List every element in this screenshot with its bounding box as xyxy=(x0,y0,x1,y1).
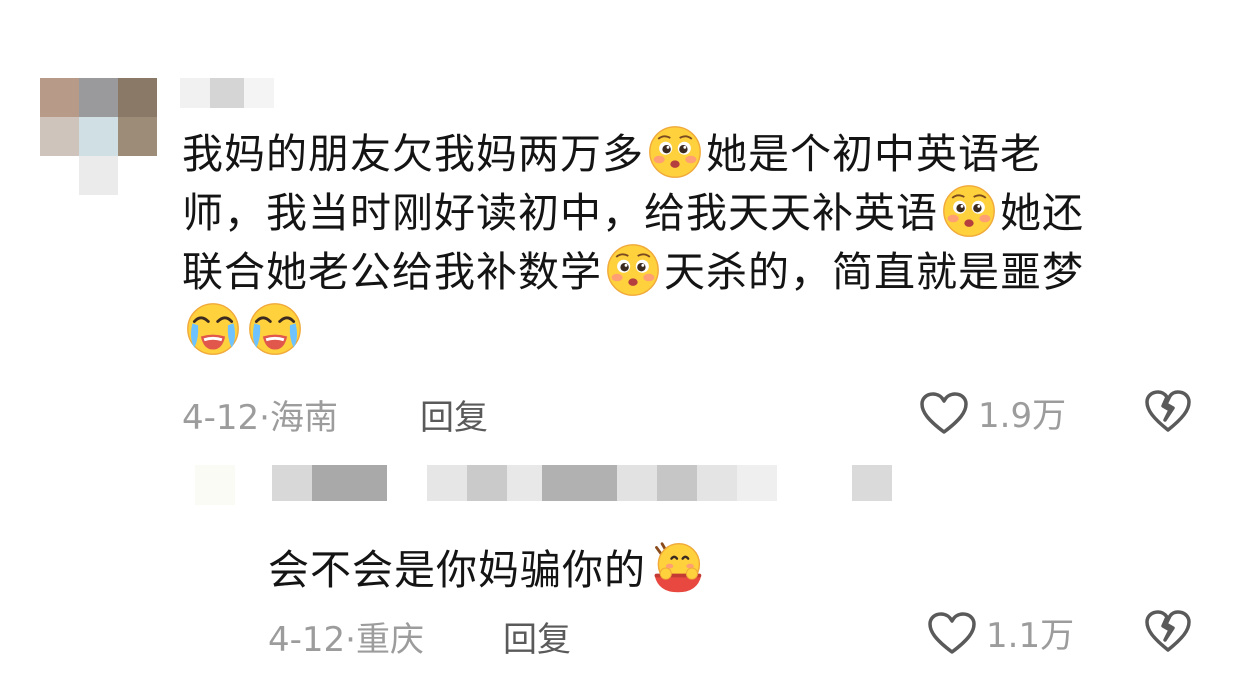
crying-face-emoji-icon xyxy=(185,301,241,357)
pleading-face-emoji-icon xyxy=(605,242,661,298)
reply-reply-button[interactable]: 回复 xyxy=(503,612,571,661)
pleading-face-emoji-icon xyxy=(647,124,703,180)
heart-icon xyxy=(928,611,976,654)
reply-username[interactable] xyxy=(272,465,892,501)
pleading-face-emoji-icon xyxy=(941,183,997,239)
reply-avatar[interactable] xyxy=(195,465,235,505)
like-button[interactable]: 1.9万 xyxy=(918,388,1066,437)
comment-text-segment: 我妈的朋友欠我妈两万多 xyxy=(182,130,644,178)
comment-text-segment: 她是个初中英语老 xyxy=(706,130,1042,178)
meta-dot: · xyxy=(345,620,356,660)
reply-date: 4-12 xyxy=(268,620,346,660)
meta-dot: · xyxy=(259,398,270,438)
heart-icon xyxy=(920,391,968,434)
dislike-broken-heart-icon[interactable] xyxy=(1143,388,1193,434)
crying-face-emoji-icon xyxy=(247,301,303,357)
username[interactable] xyxy=(180,78,275,108)
comment-location: 海南 xyxy=(269,398,338,438)
reply-button[interactable]: 回复 xyxy=(420,390,488,439)
dislike-broken-heart-icon[interactable] xyxy=(1143,608,1193,654)
comment-text-segment: 师，我当时刚好读初中，给我天天补英语 xyxy=(182,189,938,237)
reply-text: 会不会是你妈骗你的 xyxy=(268,536,708,596)
comment-text: 我妈的朋友欠我妈两万多 她是个初中英语老 师，我当时刚好读初中，给我天天补英语 她还… xyxy=(182,124,1172,360)
laughing-eating-emoji-icon xyxy=(649,540,705,596)
comment-text-segment: 她还 xyxy=(1000,189,1084,237)
like-count: 1.9万 xyxy=(978,396,1067,436)
reply-meta: 4-12·重庆 xyxy=(268,612,424,661)
comment-text-segment: 联合她老公给我补数学 xyxy=(182,248,602,296)
reply-text-content: 会不会是你妈骗你的 xyxy=(268,546,646,594)
comment-date: 4-12 xyxy=(182,398,260,438)
comment-meta: 4-12·海南 xyxy=(182,390,338,439)
comment-text-segment: 天杀的，简直就是噩梦 xyxy=(664,248,1084,296)
reply-like-count: 1.1万 xyxy=(986,616,1075,656)
reply-location: 重庆 xyxy=(355,620,424,660)
avatar[interactable] xyxy=(40,78,157,195)
reply-like-button[interactable]: 1.1万 xyxy=(926,608,1074,657)
